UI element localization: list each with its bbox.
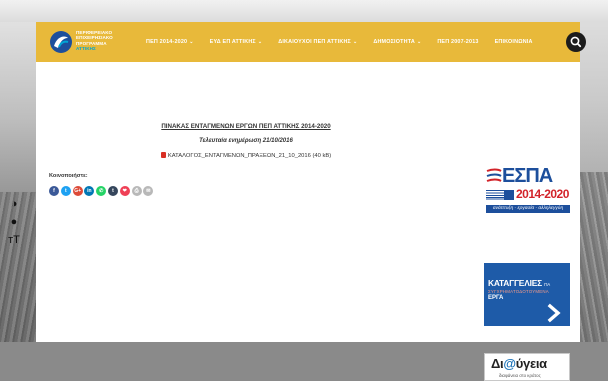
katagelies-subtitle: ΣΥΓΧΡΗΜΑΤΟΔΟΤΟΥΜΕΝΑ [488,289,549,294]
chevron-down-icon: ⌄ [257,39,263,45]
main-nav: ΠΕΠ 2014-2020 ⌄ ΕΥΔ ΕΠ ΑΤΤΙΚΗΣ ⌄ ΔΙΚΑΙΟΥΧΟ… [146,22,549,62]
share-whatsapp-button[interactable]: ✆ [96,186,107,196]
share-facebook-button[interactable]: f [49,186,59,196]
share-google-plus-button[interactable]: G+ [72,186,83,196]
nav-label: ΕΥΔ ΕΠ ΑΤΤΙΚΗΣ [209,39,256,45]
site-header: ΠΕΡΙΦΕΡΕΙΑΚΟ ΕΠΙΧΕΙΡΗΣΙΑΚΟ ΠΡΟΓΡΑΜΜΑ ΑΤΤ… [36,22,586,62]
top-strip [0,0,608,22]
site-container: ΠΕΡΙΦΕΡΕΙΑΚΟ ΕΠΙΧΕΙΡΗΣΙΑΚΟ ΠΡΟΓΡΑΜΜΑ ΑΤΤ… [36,22,586,381]
pdf-file-icon [160,152,166,158]
greek-flag-icon [486,190,504,200]
google-plus-icon: G+ [74,188,81,194]
file-download-link[interactable]: ΚΑΤΑΛΟΓΟΣ_ΕΝΤΑΓΜΕΝΩΝ_ΠΡΑΞΕΩΝ_21_10_2016 … [168,153,331,159]
accessibility-toolbar: ◑ ● тT [6,196,28,250]
diavgeia-logo-text: Δι@ύγεια [491,356,547,371]
last-updated-text: Τελευταία ενημέρωση 21/10/2016 [199,138,293,144]
logo-mark-icon [50,31,72,53]
nav-item-epikoinonia[interactable]: ΕΠΙΚΟΙΝΩΝΙΑ [495,39,533,45]
espa-swoosh-icon [486,168,502,182]
print-icon: ⎙ [134,188,139,194]
file-download-row: ΚΑΤΑΛΟΓΟΣ_ΕΝΤΑΓΜΕΝΩΝ_ΠΡΑΞΕΩΝ_21_10_2016 … [36,152,456,159]
nav-item-eyd[interactable]: ΕΥΔ ΕΠ ΑΤΤΙΚΗΣ ⌄ [210,39,263,45]
katagelies-title-small: ΓΙΑ [544,282,551,287]
main-content: ΠΙΝΑΚΑΣ ΕΝΤΑΓΜΕΝΩΝ ΕΡΓΩΝ ΠΕΠ ΑΤΤΙΚΗΣ 201… [36,62,580,381]
chevron-down-icon: ⌄ [189,39,194,45]
katagelies-banner[interactable]: ΚΑΤΑΓΓΕΛΙΕΣ ΓΙΑ ΣΥΓΧΡΗΜΑΤΟΔΟΤΟΥΜΕΝΑ ΕΡΓΑ [484,263,570,326]
nav-label: ΔΙΚΑΙΟΥΧΟΙ ΠΕΠ ΑΤΤΙΚΗΣ [278,39,351,45]
logo-text: ΠΕΡΙΦΕΡΕΙΑΚΟ ΕΠΙΧΕΙΡΗΣΙΑΚΟ ΠΡΟΓΡΑΜΜΑ ΑΤΤ… [76,30,113,52]
nav-label: ΔΗΜΟΣΙΟΤΗΤΑ [373,39,415,45]
twitter-icon: t [64,188,67,194]
espa-title: ΕΣΠΑ [502,165,553,187]
linkedin-icon: in [87,188,92,194]
chevron-down-icon: ⌄ [352,39,358,45]
diavgeia-suffix: ύγεια [515,356,547,371]
search-icon [570,36,582,48]
nav-item-dimosiotita[interactable]: ΔΗΜΟΣΙΟΤΗΤΑ ⌄ [373,39,421,45]
tumblr-icon: t [112,188,114,194]
chevron-down-icon: ⌄ [416,39,422,45]
katagelies-erga: ΕΡΓΑ [488,295,504,301]
share-label: Κοινοποιήστε: [49,173,88,179]
background-left [0,0,36,342]
background-mountain-right [580,172,608,342]
share-buttons: f t G+ in ✆ t ❤ ⎙ ✉ [49,186,155,196]
nav-label: ΕΠΙΚΟΙΝΩΝΙΑ [494,39,533,45]
text-size-icon[interactable]: тT [6,232,22,248]
share-pocket-button[interactable]: ❤ [119,186,130,196]
diavgeia-at: @ [503,356,516,371]
contrast-icon[interactable]: ◑ [6,196,22,212]
site-logo[interactable]: ΠΕΡΙΦΕΡΕΙΑΚΟ ΕΠΙΧΕΙΡΗΣΙΑΚΟ ΠΡΟΓΡΑΜΜΑ ΑΤΤ… [49,28,129,56]
diavgeia-subtitle: διαφάνεια στο κράτος [499,373,541,378]
logo-line-4: ΑΤΤΙΚΗΣ [76,46,96,52]
nav-item-pep-2007-2013[interactable]: ΠΕΠ 2007-2013 [437,39,478,45]
nav-label: ΠΕΠ 2014-2020 [146,39,188,45]
document-title-link[interactable]: ΠΙΝΑΚΑΣ ΕΝΤΑΓΜΕΝΩΝ ΕΡΓΩΝ ΠΕΠ ΑΤΤΙΚΗΣ 201… [36,123,456,130]
katagelies-title: ΚΑΤΑΓΓΕΛΙΕΣ ΓΙΑ [488,278,550,288]
grayscale-drop-icon[interactable]: ● [6,214,22,230]
chevron-right-icon [547,303,561,323]
eu-flag-icon [504,190,514,200]
nav-label: ΠΕΠ 2007-2013 [437,39,479,45]
facebook-icon: f [53,188,55,194]
espa-slogan: ανάπτυξη - εργασία - αλληλεγγύη [486,205,570,213]
espa-years: 2014-2020 [516,187,569,201]
email-icon: ✉ [146,188,151,194]
pocket-icon: ❤ [122,188,127,194]
whatsapp-icon: ✆ [99,188,104,194]
katagelies-title-main: ΚΑΤΑΓΓΕΛΙΕΣ [488,278,542,288]
nav-item-pep-2014-2020[interactable]: ΠΕΠ 2014-2020 ⌄ [146,39,194,45]
search-button[interactable] [566,32,586,52]
diavgeia-banner[interactable]: Δι@ύγεια διαφάνεια στο κράτος [484,353,570,381]
espa-banner[interactable]: ΕΣΠΑ 2014-2020 ανάπτυξη - εργασία - αλλη… [484,165,570,217]
share-linkedin-button[interactable]: in [84,186,95,196]
print-button[interactable]: ⎙ [131,186,142,196]
share-email-button[interactable]: ✉ [143,186,154,196]
nav-item-dikaiouxoi[interactable]: ΔΙΚΑΙΟΥΧΟΙ ΠΕΠ ΑΤΤΙΚΗΣ ⌄ [278,39,357,45]
diavgeia-prefix: Δι [491,356,504,371]
share-tumblr-button[interactable]: t [107,186,118,196]
share-twitter-button[interactable]: t [60,186,71,196]
